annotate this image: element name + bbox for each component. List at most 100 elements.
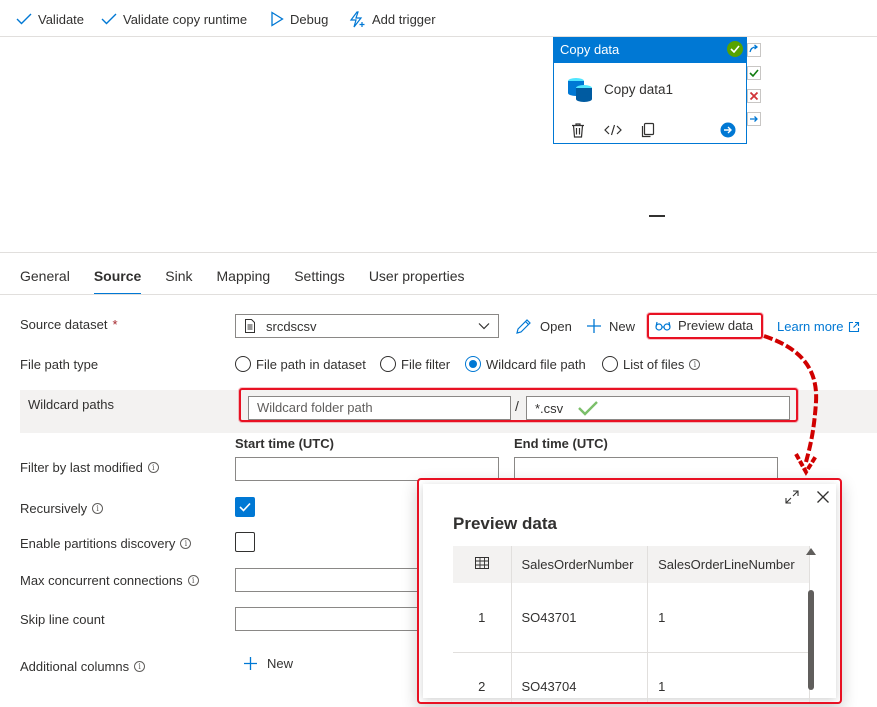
delete-icon[interactable] bbox=[570, 122, 586, 138]
table-row: 2 SO43704 1 bbox=[453, 652, 810, 702]
activity-header: Copy data bbox=[554, 38, 746, 63]
radio-circle bbox=[380, 356, 396, 372]
activity-output-ports bbox=[747, 41, 761, 127]
radio-label: List of files bbox=[623, 356, 685, 372]
plus-icon bbox=[244, 657, 257, 670]
plus-icon bbox=[587, 319, 601, 333]
validate-copy-runtime-label: Validate copy runtime bbox=[123, 11, 248, 27]
completion-port-icon[interactable] bbox=[747, 110, 761, 127]
validate-button[interactable]: Validate bbox=[16, 10, 84, 28]
success-check-icon bbox=[727, 41, 743, 57]
info-icon[interactable]: i bbox=[187, 575, 199, 586]
scroll-up-icon[interactable] bbox=[806, 548, 816, 555]
row-index: 1 bbox=[453, 583, 512, 653]
column-header[interactable]: SalesOrderLineNumber bbox=[647, 546, 810, 583]
tab-mapping[interactable]: Mapping bbox=[217, 268, 271, 294]
radio-circle-selected bbox=[465, 356, 481, 372]
failure-port-icon[interactable] bbox=[747, 87, 761, 104]
table-cell: SO43701 bbox=[511, 583, 649, 653]
checkmark-icon bbox=[101, 13, 117, 25]
row-index: 2 bbox=[453, 652, 512, 702]
filter-by-last-modified-label: Filter by last modified i bbox=[20, 460, 159, 475]
tab-settings[interactable]: Settings bbox=[294, 268, 345, 294]
properties-tabs: General Source Sink Mapping Settings Use… bbox=[20, 268, 489, 295]
radio-label: File filter bbox=[401, 356, 451, 372]
required-mark: * bbox=[112, 317, 118, 332]
external-link-icon bbox=[849, 321, 860, 332]
dataset-value: srcdscsv bbox=[266, 318, 317, 334]
success-port-icon[interactable] bbox=[747, 64, 761, 81]
panel-resize-handle[interactable] bbox=[649, 215, 665, 217]
info-icon[interactable]: i bbox=[689, 358, 701, 370]
validate-copy-runtime-button[interactable]: Validate copy runtime bbox=[101, 10, 247, 28]
annotation-arrow-icon bbox=[763, 334, 819, 476]
tab-sink[interactable]: Sink bbox=[165, 268, 192, 294]
filter-label-text: Filter by last modified bbox=[20, 460, 143, 475]
add-column-button[interactable]: New bbox=[243, 656, 293, 671]
column-header[interactable]: SalesOrderNumber bbox=[511, 546, 649, 583]
partitions-discovery-label: Enable partitions discovery i bbox=[20, 536, 192, 551]
pencil-icon bbox=[516, 319, 531, 334]
additional-text: Additional columns bbox=[20, 659, 130, 674]
radio-circle bbox=[602, 356, 618, 372]
activity-actions bbox=[570, 122, 736, 138]
open-dataset-button[interactable]: Open bbox=[515, 318, 572, 335]
recursively-label: Recursively i bbox=[20, 501, 104, 516]
vertical-scrollbar[interactable] bbox=[806, 546, 816, 696]
radio-label: File path in dataset bbox=[256, 356, 366, 372]
activity-name: Copy data1 bbox=[604, 81, 674, 97]
table-cell: 1 bbox=[647, 652, 810, 702]
table-cell: SO43704 bbox=[511, 652, 649, 702]
checkmark-icon bbox=[239, 502, 251, 512]
preview-title: Preview data bbox=[453, 514, 557, 533]
add-trigger-label: Add trigger bbox=[372, 11, 436, 27]
close-icon[interactable] bbox=[813, 487, 833, 507]
radio-file-filter[interactable]: File filter bbox=[380, 356, 450, 372]
chevron-down-icon bbox=[478, 323, 490, 330]
clone-icon[interactable] bbox=[640, 122, 656, 138]
radio-file-path-in-dataset[interactable]: File path in dataset bbox=[235, 356, 366, 372]
table-row: 1 SO43701 1 bbox=[453, 583, 810, 653]
play-icon bbox=[271, 11, 284, 27]
wildcard-paths-label: Wildcard paths bbox=[28, 397, 114, 412]
pipeline-canvas[interactable]: Copy data Copy data1 bbox=[0, 37, 877, 253]
info-icon[interactable]: i bbox=[134, 661, 146, 672]
go-arrow-icon[interactable] bbox=[720, 122, 736, 138]
recursively-text: Recursively bbox=[20, 501, 88, 516]
scroll-thumb[interactable] bbox=[808, 590, 814, 690]
preview-button-highlight bbox=[647, 313, 763, 339]
partitions-checkbox[interactable] bbox=[235, 532, 255, 552]
activity-body: Copy data1 bbox=[566, 75, 673, 103]
debug-button[interactable]: Debug bbox=[270, 10, 328, 28]
skip-line-count-label: Skip line count bbox=[20, 612, 105, 627]
tab-general[interactable]: General bbox=[20, 268, 70, 294]
activity-type-label: Copy data bbox=[560, 42, 620, 57]
code-icon[interactable] bbox=[604, 123, 622, 137]
radio-label: Wildcard file path bbox=[486, 356, 586, 372]
source-dataset-dropdown[interactable]: srcdscsv bbox=[235, 314, 499, 338]
info-icon[interactable]: i bbox=[147, 462, 159, 473]
wildcard-highlight bbox=[239, 388, 798, 422]
copy-data-icon bbox=[568, 78, 592, 102]
debug-label: Debug bbox=[290, 11, 329, 27]
tab-source[interactable]: Source bbox=[93, 268, 142, 295]
preview-dialog: Preview data SalesOrderNumber SalesOrder… bbox=[423, 484, 836, 702]
copy-data-activity[interactable]: Copy data Copy data1 bbox=[553, 37, 747, 144]
recursively-checkbox[interactable] bbox=[235, 497, 255, 517]
skip-port-icon[interactable] bbox=[747, 41, 761, 58]
radio-list-of-files[interactable]: List of files i bbox=[602, 356, 701, 372]
partitions-text: Enable partitions discovery bbox=[20, 536, 176, 551]
add-trigger-button[interactable]: Add trigger bbox=[348, 10, 436, 28]
open-label: Open bbox=[540, 319, 572, 334]
new-dataset-button[interactable]: New bbox=[586, 318, 635, 334]
dataset-file-icon bbox=[245, 319, 255, 333]
validate-label: Validate bbox=[38, 11, 85, 27]
expand-icon[interactable] bbox=[782, 487, 802, 507]
tab-user-properties[interactable]: User properties bbox=[369, 268, 465, 294]
source-dataset-label: Source dataset * bbox=[20, 317, 118, 332]
info-icon[interactable]: i bbox=[180, 538, 192, 549]
radio-wildcard-file-path[interactable]: Wildcard file path bbox=[465, 356, 586, 372]
table-cell: 1 bbox=[647, 583, 810, 653]
info-icon[interactable]: i bbox=[92, 503, 104, 514]
pipeline-toolbar: Validate Validate copy runtime Debug Add… bbox=[0, 0, 877, 37]
